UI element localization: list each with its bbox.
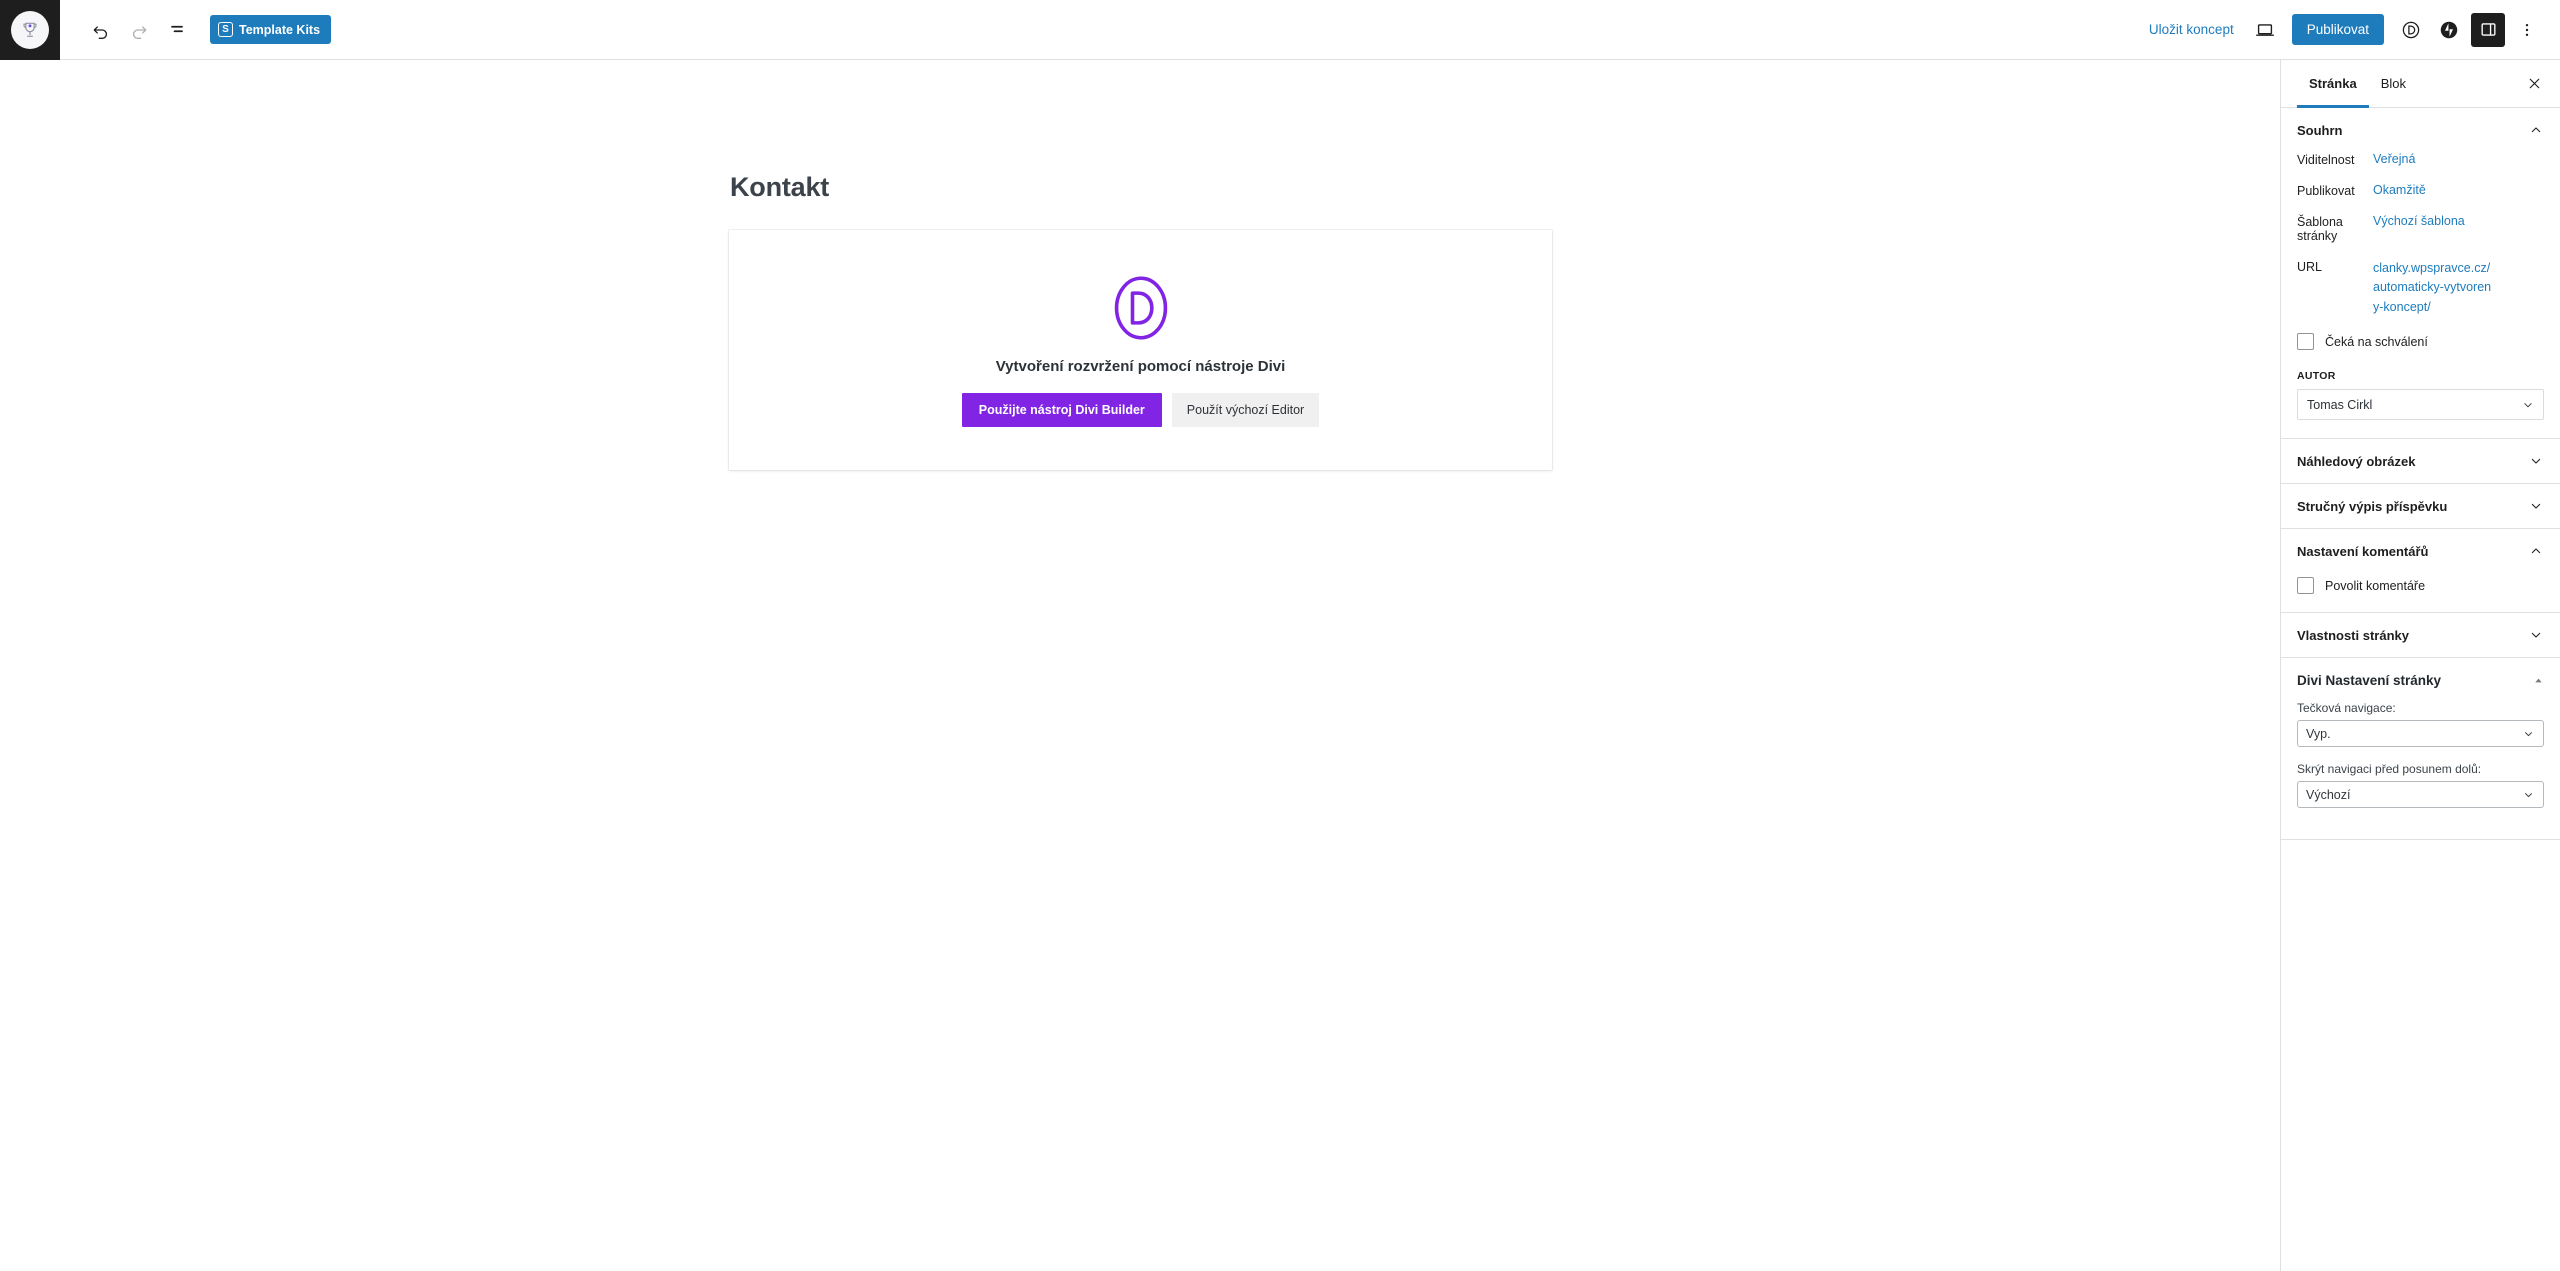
close-x-icon [2529, 78, 2539, 89]
template-kits-badge-icon: S [218, 22, 233, 37]
divi-field-dot-navigation: Tečková navigace: Vyp. [2297, 701, 2544, 748]
editor-top-bar: S Template Kits Uložit koncept Publikova… [0, 0, 2560, 60]
panel-summary: Souhrn Viditelnost Veřejná Publikovat Ok… [2281, 108, 2560, 440]
url-value[interactable]: clanky.wpspravce.cz/automaticky-vytvoren… [2373, 259, 2493, 317]
panel-divi-page-settings-header[interactable]: Divi Nastavení stránky [2281, 658, 2560, 701]
top-bar-right-tools: Uložit koncept Publikovat [2137, 11, 2560, 49]
dot-navigation-select[interactable]: Vyp. [2297, 720, 2544, 748]
author-select-wrap: Tomas Cirkl [2297, 389, 2544, 421]
chevron-up-icon [2531, 127, 2541, 133]
author-select[interactable]: Tomas Cirkl [2297, 389, 2544, 421]
panel-discussion-title: Nastavení komentářů [2297, 543, 2429, 559]
allow-comments-label: Povolit komentáře [2325, 578, 2426, 593]
document-overview-icon [171, 25, 183, 32]
top-bar-left-tools: S Template Kits [60, 11, 332, 49]
panel-divi-page-settings-title: Divi Nastavení stránky [2297, 673, 2442, 689]
row-url: URL clanky.wpspravce.cz/automaticky-vytv… [2297, 259, 2544, 317]
three-dots-vertical-icon [2525, 23, 2529, 36]
panel-page-attributes: Vlastnosti stránky [2281, 613, 2560, 659]
divi-card-actions: Použijte nástroj Divi Builder Použít výc… [961, 392, 1320, 427]
undo-button[interactable] [82, 11, 120, 49]
jetpack-lightning-icon [2440, 21, 2458, 38]
trophy-icon [11, 10, 49, 49]
visibility-value[interactable]: Veřejná [2373, 152, 2415, 166]
author-label: AUTOR [2297, 370, 2336, 383]
sidebar-panel-icon [2480, 23, 2496, 36]
allow-comments-row[interactable]: Povolit komentáře [2297, 577, 2544, 595]
divi-card-heading: Vytvoření rozvržení pomocí nástroje Divi [995, 357, 1286, 375]
redo-button[interactable] [120, 11, 158, 49]
visibility-label: Viditelnost [2297, 153, 2355, 167]
undo-arrow-icon [93, 25, 108, 39]
panel-discussion-body: Povolit komentáře [2281, 577, 2560, 612]
save-draft-button[interactable]: Uložit koncept [2137, 16, 2246, 43]
panel-summary-title: Souhrn [2297, 122, 2343, 138]
panel-featured-image: Náhledový obrázek [2281, 439, 2560, 485]
dot-navigation-label: Tečková navigace: [2297, 701, 2396, 716]
panel-featured-image-title: Náhledový obrázek [2297, 453, 2416, 469]
settings-sidebar: Stránka Blok Souhrn Viditelnost Veřejná … [2280, 60, 2560, 1271]
publish-button[interactable]: Publikovat [2291, 14, 2384, 45]
preview-button[interactable] [2246, 11, 2284, 49]
close-sidebar-button[interactable] [2516, 66, 2552, 102]
panel-excerpt: Stručný výpis příspěvku [2281, 484, 2560, 530]
dot-navigation-select-wrap: Vyp. [2297, 720, 2544, 748]
chevron-down-icon [2531, 503, 2541, 509]
panel-divi-page-settings-body: Tečková navigace: Vyp. Skrýt navigaci př… [2281, 701, 2560, 839]
allow-comments-checkbox[interactable] [2297, 577, 2314, 595]
panel-summary-body: Viditelnost Veřejná Publikovat Okamžitě … [2281, 152, 2560, 438]
divi-builder-prompt-card: Vytvoření rozvržení pomocí nástroje Divi… [729, 230, 1552, 470]
template-kits-button[interactable]: S Template Kits [210, 15, 332, 44]
chevron-up-small-icon [2535, 678, 2542, 683]
jetpack-button[interactable] [2430, 11, 2468, 49]
dot-navigation-value: Vyp. [2306, 726, 2331, 741]
page-title[interactable]: Kontakt [730, 172, 829, 203]
panel-featured-image-header[interactable]: Náhledový obrázek [2281, 439, 2560, 483]
hide-nav-value: Výchozí [2306, 787, 2351, 802]
panel-excerpt-header[interactable]: Stručný výpis příspěvku [2281, 484, 2560, 528]
more-options-button[interactable] [2508, 11, 2546, 49]
template-kits-label: Template Kits [239, 22, 321, 37]
hide-nav-select[interactable]: Výchozí [2297, 781, 2544, 809]
page-template-value[interactable]: Výchozí šablona [2373, 214, 2465, 228]
publish-label: Publikovat [2297, 184, 2355, 198]
use-divi-builder-button[interactable]: Použijte nástroj Divi Builder [961, 392, 1162, 427]
divi-field-hide-nav: Skrýt navigaci před posunem dolů: Výchoz… [2297, 762, 2544, 809]
panel-divi-page-settings: Divi Nastavení stránky Tečková navigace:… [2281, 658, 2560, 841]
panel-discussion: Nastavení komentářů Povolit komentáře [2281, 529, 2560, 614]
chevron-up-icon [2531, 548, 2541, 554]
row-publish: Publikovat Okamžitě [2297, 183, 2544, 198]
sidebar-tabs: Stránka Blok [2281, 60, 2560, 108]
row-page-template: Šablona stránky Výchozí šablona [2297, 214, 2544, 243]
hide-nav-select-wrap: Výchozí [2297, 781, 2544, 809]
pending-review-row[interactable]: Čeká na schválení [2297, 333, 2544, 351]
author-select-value: Tomas Cirkl [2307, 397, 2373, 412]
divi-d-circle-logo [1114, 275, 1167, 340]
divi-d-circle-icon [2402, 21, 2420, 38]
document-overview-button[interactable] [158, 11, 196, 49]
tab-page[interactable]: Stránka [2297, 60, 2369, 108]
pending-review-label: Čeká na schválení [2325, 334, 2428, 349]
panel-page-attributes-title: Vlastnosti stránky [2297, 627, 2409, 643]
pending-review-checkbox[interactable] [2297, 333, 2314, 351]
panel-discussion-header[interactable]: Nastavení komentářů [2281, 529, 2560, 573]
panel-excerpt-title: Stručný výpis příspěvku [2297, 498, 2448, 514]
settings-sidebar-toggle[interactable] [2471, 12, 2505, 47]
redo-arrow-icon [132, 25, 147, 39]
editor-canvas: Kontakt Vytvoření rozvržení pomocí nástr… [0, 60, 2280, 1271]
chevron-down-icon [2531, 632, 2541, 638]
laptop-preview-icon [2255, 23, 2274, 36]
publish-value[interactable]: Okamžitě [2373, 183, 2426, 197]
chevron-down-icon [2531, 458, 2541, 464]
tab-block[interactable]: Blok [2369, 60, 2418, 107]
row-visibility: Viditelnost Veřejná [2297, 152, 2544, 167]
wp-logo-button[interactable] [0, 0, 60, 60]
panel-page-attributes-header[interactable]: Vlastnosti stránky [2281, 613, 2560, 657]
page-template-label: Šablona stránky [2297, 215, 2343, 243]
use-default-editor-button[interactable]: Použít výchozí Editor [1171, 392, 1320, 427]
panel-summary-header[interactable]: Souhrn [2281, 108, 2560, 152]
url-label: URL [2297, 260, 2323, 274]
divi-button[interactable] [2392, 11, 2430, 49]
hide-nav-label: Skrýt navigaci před posunem dolů: [2297, 762, 2482, 777]
